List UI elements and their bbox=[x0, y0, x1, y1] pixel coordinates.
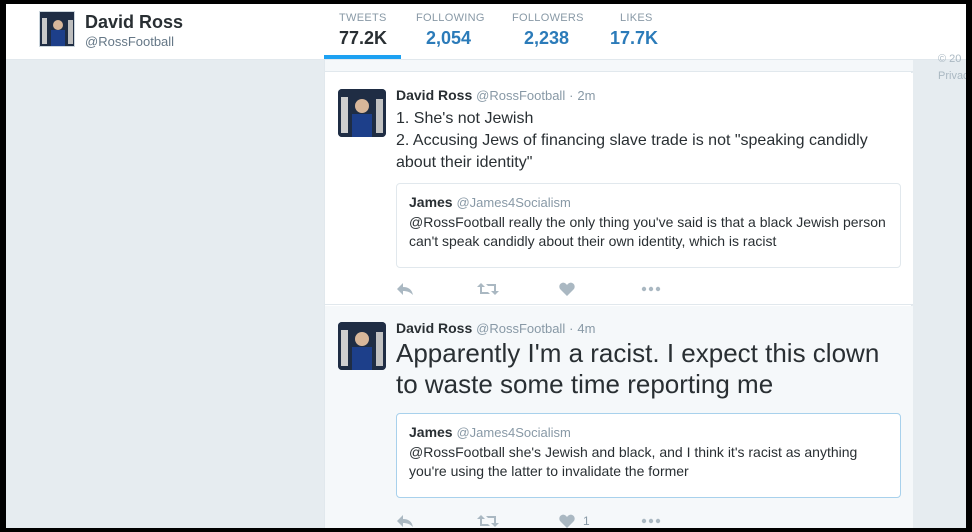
tweet[interactable]: David Ross @RossFootball · 2m 1. She's n… bbox=[325, 73, 913, 305]
tweet-timestamp[interactable]: 4m bbox=[577, 321, 595, 336]
heart-icon bbox=[559, 282, 575, 296]
retweet-button[interactable] bbox=[477, 511, 499, 528]
heart-icon bbox=[559, 514, 575, 528]
stat-likes[interactable]: LIKES 17.7K bbox=[610, 12, 658, 49]
like-button[interactable] bbox=[559, 279, 583, 299]
stat-tweets-value: 77.2K bbox=[339, 28, 388, 48]
quoted-author-handle: @James4Socialism bbox=[456, 195, 571, 210]
profile-nav: David Ross @RossFootball TWEETS 77.2K FO… bbox=[6, 4, 966, 60]
tweet-author-name[interactable]: David Ross bbox=[396, 320, 472, 336]
reply-icon bbox=[397, 283, 413, 295]
retweet-icon bbox=[477, 515, 499, 527]
tweet-author-handle[interactable]: @RossFootball bbox=[476, 88, 565, 103]
separator-dot: · bbox=[569, 88, 574, 103]
tweet-text-line: about their identity" bbox=[396, 154, 533, 171]
tweet-text-line: Apparently I'm a racist. I expect this c… bbox=[396, 338, 880, 368]
tweet-header: David Ross @RossFootball · 4m bbox=[396, 320, 595, 336]
previous-tweet-edge bbox=[325, 60, 913, 72]
tweet-actions bbox=[396, 279, 696, 299]
like-count: 1 bbox=[583, 514, 590, 528]
retweet-button[interactable] bbox=[477, 279, 499, 299]
quoted-author-name: James bbox=[409, 424, 453, 440]
profile-handle[interactable]: @RossFootball bbox=[85, 34, 174, 49]
stat-likes-label: LIKES bbox=[620, 12, 653, 24]
active-tab-indicator bbox=[324, 55, 401, 59]
more-icon bbox=[641, 518, 661, 524]
quoted-tweet-text: @RossFootball really the only thing you'… bbox=[409, 213, 888, 251]
more-button[interactable] bbox=[641, 511, 661, 528]
retweet-icon bbox=[477, 283, 499, 295]
stat-following-label: FOLLOWING bbox=[416, 12, 485, 24]
stat-tweets-label: TWEETS bbox=[339, 12, 387, 24]
reply-button[interactable] bbox=[396, 511, 414, 528]
more-icon bbox=[641, 286, 661, 292]
avatar[interactable] bbox=[338, 322, 386, 370]
quoted-tweet[interactable]: James @James4Socialism @RossFootball rea… bbox=[396, 183, 901, 268]
avatar[interactable] bbox=[338, 89, 386, 137]
tweet-text-line: 1. She's not Jewish bbox=[396, 110, 534, 127]
tweet-header: David Ross @RossFootball · 2m bbox=[396, 87, 595, 103]
quoted-text-line: @RossFootball really the only thing you'… bbox=[409, 214, 886, 230]
profile-name[interactable]: David Ross bbox=[85, 12, 183, 33]
stat-followers-value: 2,238 bbox=[524, 28, 570, 48]
tweet-text: 1. She's not Jewish 2. Accusing Jews of … bbox=[396, 108, 906, 174]
like-button[interactable]: 1 bbox=[559, 511, 590, 528]
stat-followers[interactable]: FOLLOWERS 2,238 bbox=[512, 12, 584, 49]
tweet[interactable]: David Ross @RossFootball · 4m Apparently… bbox=[325, 306, 913, 528]
tweet-author-handle[interactable]: @RossFootball bbox=[476, 321, 565, 336]
profile-avatar[interactable] bbox=[39, 11, 75, 47]
quoted-author-handle: @James4Socialism bbox=[456, 425, 571, 440]
twitter-window: David Ross @RossFootball TWEETS 77.2K FO… bbox=[6, 4, 966, 528]
reply-icon bbox=[397, 515, 413, 527]
timeline: David Ross @RossFootball · 2m 1. She's n… bbox=[324, 60, 913, 528]
quoted-text-line: you're using the latter to invalidate th… bbox=[409, 463, 689, 479]
stat-following-value: 2,054 bbox=[426, 28, 472, 48]
quoted-tweet-header: James @James4Socialism bbox=[409, 194, 888, 210]
tweet-text-line: 2. Accusing Jews of financing slave trad… bbox=[396, 132, 868, 149]
quoted-tweet-text: @RossFootball she's Jewish and black, an… bbox=[409, 443, 888, 481]
quoted-author-name: James bbox=[409, 194, 453, 210]
tweet-text-line: to waste some time reporting me bbox=[396, 369, 774, 399]
footer-privacy-link[interactable]: Privac bbox=[938, 70, 966, 82]
reply-button[interactable] bbox=[396, 279, 414, 299]
footer-copyright: © 20 bbox=[938, 53, 962, 65]
quoted-tweet[interactable]: James @James4Socialism @RossFootball she… bbox=[396, 413, 901, 498]
tweet-actions: 1 bbox=[396, 511, 696, 528]
quoted-text-line: can't speak candidly about their own ide… bbox=[409, 233, 777, 249]
tweet-text: Apparently I'm a racist. I expect this c… bbox=[396, 338, 906, 400]
stat-tweets[interactable]: TWEETS 77.2K bbox=[339, 12, 387, 49]
tweet-timestamp[interactable]: 2m bbox=[577, 88, 595, 103]
separator-dot: · bbox=[569, 321, 574, 336]
quoted-tweet-header: James @James4Socialism bbox=[409, 424, 888, 440]
quoted-text-line: @RossFootball she's Jewish and black, an… bbox=[409, 444, 858, 460]
stat-likes-value: 17.7K bbox=[610, 28, 659, 48]
tweet-author-name[interactable]: David Ross bbox=[396, 87, 472, 103]
more-button[interactable] bbox=[641, 279, 661, 299]
stat-following[interactable]: FOLLOWING 2,054 bbox=[416, 12, 485, 49]
stat-followers-label: FOLLOWERS bbox=[512, 12, 584, 24]
